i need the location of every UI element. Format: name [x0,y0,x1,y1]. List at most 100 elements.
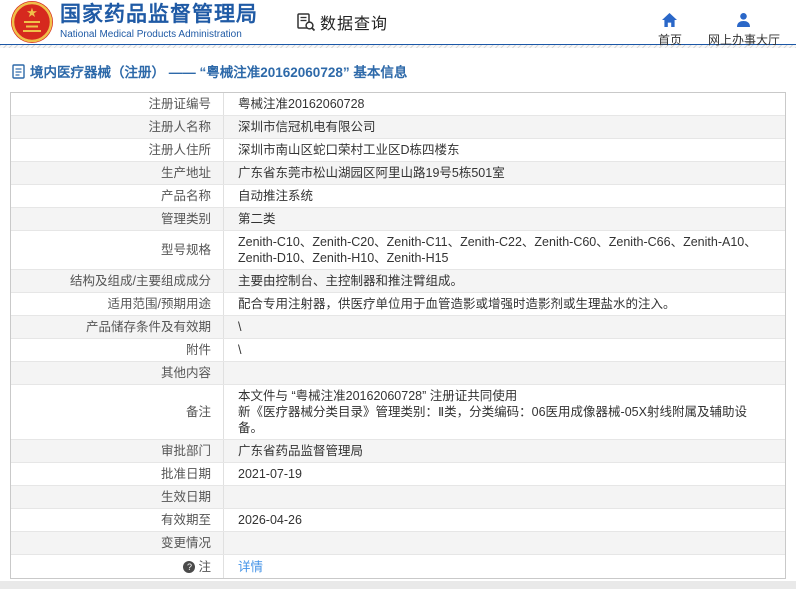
row-label-text: 结构及组成/主要组成成分 [70,273,211,289]
table-row: 其他内容 [11,362,785,385]
row-label: 生产地址 [11,162,224,184]
row-label: 产品名称 [11,185,224,207]
home-label: 首页 [658,31,682,48]
row-value [224,370,785,376]
row-value: 深圳市南山区蛇口荣村工业区D栋四楼东 [224,139,785,161]
row-label: 有效期至 [11,509,224,531]
row-label: 变更情况 [11,532,224,554]
table-row: ?注详情 [11,555,785,578]
top-right-nav: 首页 网上办事大厅 [658,12,780,48]
details-link[interactable]: 详情 [238,560,263,574]
row-label-text: 变更情况 [161,535,211,551]
table-row: 变更情况 [11,532,785,555]
person-icon [735,12,752,28]
table-row: 适用范围/预期用途配合专用注射器，供医疗单位用于血管造影或增强时造影剂或生理盐水… [11,293,785,316]
row-value: 第二类 [224,208,785,230]
row-value: 本文件与 “粤械注准20162060728” 注册证共同使用新《医疗器械分类目录… [224,385,785,439]
row-label-text: 有效期至 [161,512,211,528]
site-header: ★ 国家药品监督管理局 National Medical Products Ad… [0,0,796,44]
table-row: 附件 \ [11,339,785,362]
data-query-icon [296,12,316,32]
row-label-text: 生效日期 [161,489,211,505]
row-value-line: 本文件与 “粤械注准20162060728” 注册证共同使用 [238,388,771,404]
row-label: ?注 [11,555,224,578]
row-value: 粤械注准20162060728 [224,93,785,115]
row-label: 型号规格 [11,231,224,269]
table-row: 生效日期 [11,486,785,509]
row-label-text: 产品名称 [161,188,211,204]
row-label: 产品储存条件及有效期 [11,316,224,338]
row-label-text: 附件 [186,342,211,358]
row-label: 注册人名称 [11,116,224,138]
row-label: 注册证编号 [11,93,224,115]
org-names: 国家药品监督管理局 National Medical Products Admi… [60,3,258,41]
national-emblem-logo: ★ [10,0,54,44]
row-value: 广东省东莞市松山湖园区阿里山路19号5栋501室 [224,162,785,184]
table-row: 结构及组成/主要组成成分主要由控制台、主控制器和推注臂组成。 [11,270,785,293]
row-label-text: 批准日期 [161,466,211,482]
document-icon [12,64,25,79]
row-label: 附件 [11,339,224,361]
table-row: 生产地址广东省东莞市松山湖园区阿里山路19号5栋501室 [11,162,785,185]
row-label: 审批部门 [11,440,224,462]
page: ★ 国家药品监督管理局 National Medical Products Ad… [0,0,796,589]
row-value: 2026-04-26 [224,509,785,531]
home-icon [661,12,678,28]
home-nav[interactable]: 首页 [658,12,682,48]
row-label-text: 其他内容 [161,365,211,381]
info-table: 注册证编号粤械注准20162060728注册人名称深圳市信冠机电有限公司注册人住… [10,92,786,579]
row-label: 生效日期 [11,486,224,508]
row-value: 深圳市信冠机电有限公司 [224,116,785,138]
svg-text:★: ★ [26,5,38,20]
row-label-text: 备注 [186,404,211,420]
row-label: 其他内容 [11,362,224,384]
row-value-line: 新《医疗器械分类目录》管理类别：Ⅱ类，分类编码：06医用成像器械-05X射线附属… [238,404,771,436]
row-label-text: 产品储存条件及有效期 [86,319,211,335]
table-row: 批准日期 2021-07-19 [11,463,785,486]
row-value: 2021-07-19 [224,463,785,485]
row-label-text: 注 [198,559,211,575]
data-query-label: 数据查询 [320,10,388,34]
row-value: 广东省药品监督管理局 [224,440,785,462]
table-row: 产品名称自动推注系统 [11,185,785,208]
row-label: 批准日期 [11,463,224,485]
row-value: 详情 [224,556,785,578]
table-row: 产品储存条件及有效期 \ [11,316,785,339]
data-query-nav[interactable]: 数据查询 [296,10,388,34]
note-icon: ? [183,561,195,573]
table-row: 管理类别第二类 [11,208,785,231]
table-row: 有效期至 2026-04-26 [11,509,785,532]
row-label: 注册人住所 [11,139,224,161]
breadcrumb-text: 境内医疗器械（注册） —— “粤械注准20162060728” 基本信息 [30,61,407,81]
row-label-text: 生产地址 [161,165,211,181]
breadcrumb: 境内医疗器械（注册） —— “粤械注准20162060728” 基本信息 [0,48,796,92]
row-label: 适用范围/预期用途 [11,293,224,315]
footer-strip [0,581,796,589]
row-value [224,540,785,546]
table-row: 注册人名称深圳市信冠机电有限公司 [11,116,785,139]
service-hall-label: 网上办事大厅 [708,31,780,48]
row-label-text: 注册证编号 [148,96,211,112]
row-value: 主要由控制台、主控制器和推注臂组成。 [224,270,785,292]
row-value: 配合专用注射器，供医疗单位用于血管造影或增强时造影剂或生理盐水的注入。 [224,293,785,315]
row-label: 备注 [11,385,224,439]
row-label: 结构及组成/主要组成成分 [11,270,224,292]
org-name-en: National Medical Products Administration [60,29,258,41]
row-value: \ [224,316,785,338]
table-row: 审批部门广东省药品监督管理局 [11,440,785,463]
row-label-text: 型号规格 [161,242,211,258]
row-label-text: 管理类别 [161,211,211,227]
table-row: 注册证编号粤械注准20162060728 [11,93,785,116]
row-value: 自动推注系统 [224,185,785,207]
row-label-text: 审批部门 [161,443,211,459]
org-name-cn: 国家药品监督管理局 [60,3,258,27]
row-label-text: 注册人住所 [148,142,211,158]
table-row: 备注本文件与 “粤械注准20162060728” 注册证共同使用新《医疗器械分类… [11,385,785,440]
table-row: 型号规格Zenith-C10、Zenith-C20、Zenith-C11、Zen… [11,231,785,270]
row-label-text: 适用范围/预期用途 [108,296,211,312]
service-hall-nav[interactable]: 网上办事大厅 [708,12,780,48]
table-row: 注册人住所深圳市南山区蛇口荣村工业区D栋四楼东 [11,139,785,162]
row-value: \ [224,339,785,361]
row-label: 管理类别 [11,208,224,230]
row-value [224,494,785,500]
